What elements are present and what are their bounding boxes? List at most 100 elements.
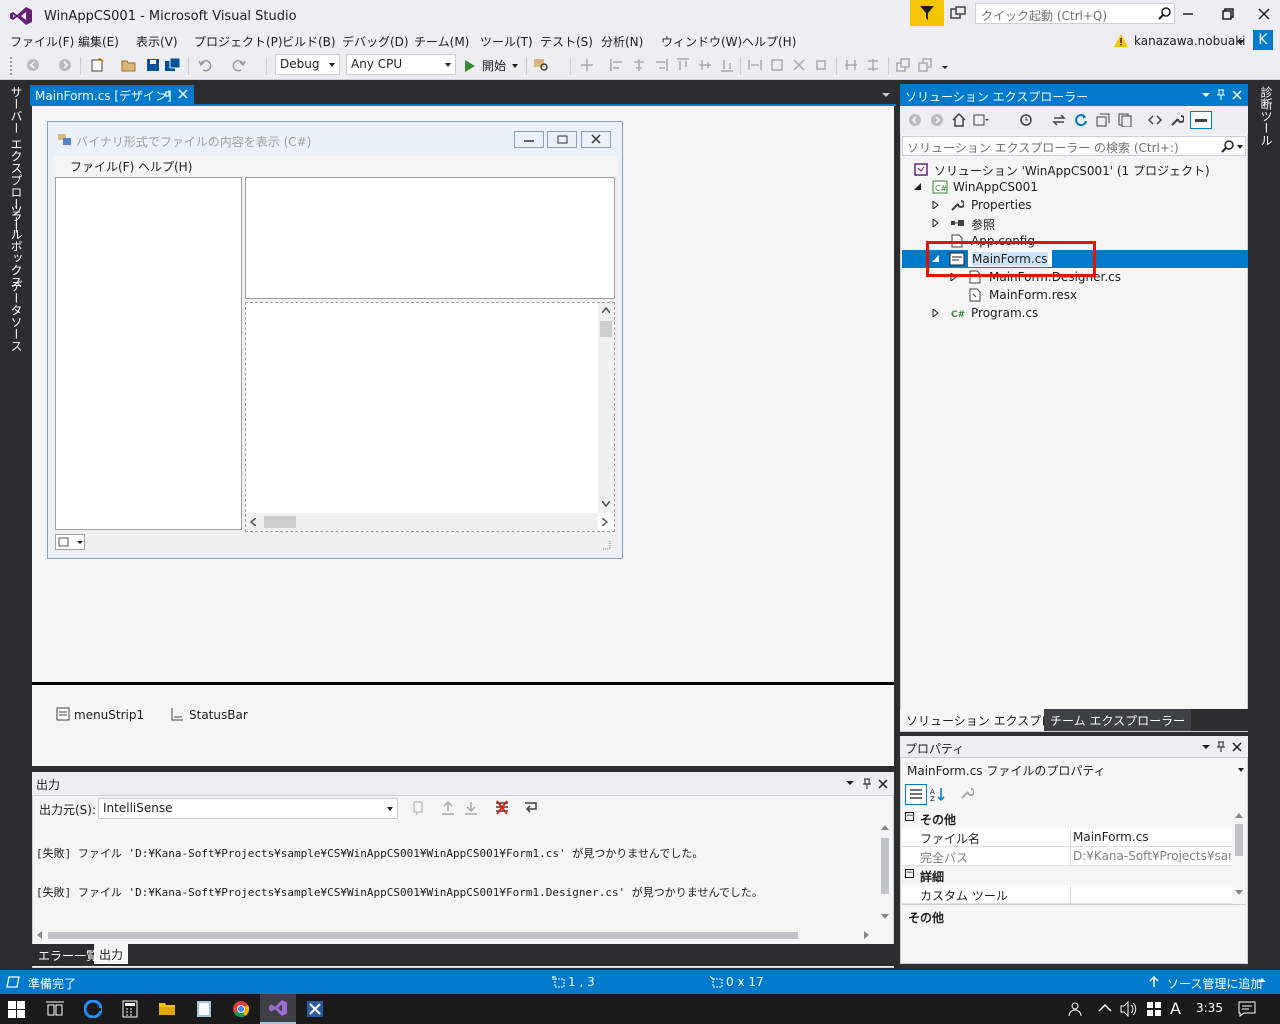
scroll-left-icon[interactable] bbox=[36, 931, 42, 939]
start-debugging-button[interactable]: 開始 bbox=[464, 56, 524, 76]
output-hscrollbar[interactable] bbox=[36, 929, 872, 941]
output-hscroll-thumb[interactable] bbox=[48, 932, 798, 939]
output-vscroll-thumb[interactable] bbox=[881, 838, 889, 894]
chevron-up-icon[interactable] bbox=[1258, 978, 1266, 982]
menu-edit[interactable]: 編集(E) bbox=[78, 33, 119, 50]
open-file-icon[interactable] bbox=[120, 56, 138, 74]
alphabetical-view-icon[interactable]: AZ bbox=[930, 786, 948, 802]
align-grid-icon[interactable] bbox=[578, 56, 596, 74]
toolbar-grip[interactable] bbox=[10, 57, 13, 75]
navigate-back-icon[interactable] bbox=[24, 56, 42, 74]
property-category-other[interactable]: − その他 bbox=[902, 809, 1232, 828]
bring-to-front-icon[interactable] bbox=[894, 56, 912, 74]
find-in-files-icon[interactable] bbox=[532, 56, 550, 74]
close-icon[interactable] bbox=[1232, 742, 1242, 752]
scroll-right-icon[interactable] bbox=[864, 931, 870, 939]
menu-debug[interactable]: デバッグ(D) bbox=[342, 33, 409, 50]
output-source-select[interactable]: IntelliSense bbox=[98, 798, 398, 819]
menu-test[interactable]: テスト(S) bbox=[540, 33, 593, 50]
collapse-icon[interactable]: − bbox=[905, 869, 914, 878]
tree-item-properties[interactable]: Properties bbox=[902, 196, 1246, 214]
output-pin-icon[interactable] bbox=[862, 778, 872, 790]
chrome-browser-icon[interactable] bbox=[232, 1000, 250, 1018]
align-lefts-icon[interactable] bbox=[608, 56, 626, 74]
properties-vscroll-thumb[interactable] bbox=[1235, 824, 1243, 856]
align-tops-icon[interactable] bbox=[674, 56, 692, 74]
pin-icon[interactable] bbox=[160, 89, 170, 99]
output-vscrollbar[interactable] bbox=[879, 824, 891, 922]
menu-team[interactable]: チーム(M) bbox=[414, 33, 469, 50]
tab-overflow-icon[interactable] bbox=[882, 93, 890, 97]
diagnostic-tools-tab[interactable]: 診断ツール bbox=[1258, 86, 1275, 146]
close-icon[interactable] bbox=[1232, 90, 1242, 100]
tray-statusbar[interactable]: StatusBar bbox=[189, 708, 248, 722]
output-close-icon[interactable] bbox=[878, 779, 888, 789]
app-tool-icon[interactable] bbox=[306, 1000, 324, 1018]
new-project-icon[interactable] bbox=[88, 56, 106, 74]
vertical-scroll-thumb[interactable] bbox=[600, 321, 612, 337]
listview-control[interactable] bbox=[245, 177, 615, 299]
menu-analyze[interactable]: 分析(N) bbox=[601, 33, 643, 50]
horizontal-scrollbar[interactable] bbox=[246, 513, 608, 531]
user-avatar[interactable]: K bbox=[1253, 30, 1273, 50]
properties-vscrollbar[interactable] bbox=[1233, 810, 1245, 902]
property-row-fullpath[interactable]: 完全パス D:¥Kana-Soft¥Projects¥sample bbox=[902, 847, 1232, 866]
scroll-up-icon[interactable] bbox=[602, 307, 610, 313]
edge-browser-icon[interactable] bbox=[84, 1000, 102, 1018]
input-method-icon[interactable] bbox=[1146, 1001, 1162, 1017]
solution-configuration-select[interactable]: Debug bbox=[275, 54, 340, 75]
chevron-down-icon[interactable] bbox=[1237, 145, 1243, 149]
task-view-icon[interactable] bbox=[46, 1001, 64, 1019]
treeview-control[interactable] bbox=[55, 177, 242, 530]
scroll-up-icon[interactable] bbox=[881, 824, 889, 830]
property-pages-icon[interactable] bbox=[960, 786, 974, 800]
feedback-icon[interactable] bbox=[950, 6, 966, 22]
make-same-height-icon[interactable] bbox=[812, 56, 830, 74]
switch-views-icon[interactable] bbox=[972, 111, 990, 129]
properties-object-select[interactable]: MainForm.cs ファイルのプロパティ bbox=[902, 760, 1246, 780]
send-to-back-icon[interactable] bbox=[916, 56, 934, 74]
pending-changes-filter-icon[interactable] bbox=[1018, 111, 1036, 129]
window-options-icon[interactable] bbox=[1202, 745, 1210, 749]
menu-project[interactable]: プロジェクト(P) bbox=[194, 33, 283, 50]
scroll-up-icon[interactable] bbox=[1235, 812, 1243, 818]
property-category-advanced[interactable]: − 詳細 bbox=[902, 866, 1232, 885]
notification-filter-icon[interactable] bbox=[910, 0, 944, 26]
horizontal-spacing-icon[interactable] bbox=[842, 56, 860, 74]
calculator-icon[interactable] bbox=[122, 1000, 138, 1018]
solution-search-input[interactable]: ソリューション エクスプローラー の検索 (Ctrl+:) bbox=[902, 136, 1246, 156]
refresh-icon[interactable] bbox=[1072, 111, 1090, 129]
expand-triangle-icon[interactable] bbox=[932, 219, 940, 227]
scroll-down-icon[interactable] bbox=[1235, 890, 1243, 896]
add-to-source-control[interactable]: ソース管理に追加 bbox=[1167, 975, 1262, 992]
designer-form-window[interactable]: バイナリ形式でファイルの内容を表示 (C#) ファイル(F) ヘルプ(H) bbox=[47, 121, 623, 559]
menu-view[interactable]: 表示(V) bbox=[136, 33, 178, 50]
tab-team-explorer[interactable]: チーム エクスプローラー bbox=[1044, 709, 1192, 731]
tree-item-project[interactable]: C# WinAppCS001 bbox=[902, 178, 1246, 196]
close-tab-icon[interactable] bbox=[178, 89, 188, 99]
tab-mainform-design[interactable]: MainForm.cs [デザイン] bbox=[30, 85, 194, 105]
scroll-down-icon[interactable] bbox=[881, 914, 889, 920]
form-menu-help[interactable]: ヘルプ(H) bbox=[138, 158, 192, 175]
property-row-filename[interactable]: ファイル名 MainForm.cs bbox=[902, 828, 1232, 847]
window-options-icon[interactable] bbox=[1202, 93, 1210, 97]
action-center-icon[interactable] bbox=[1238, 1001, 1256, 1017]
tab-output[interactable]: 出力 bbox=[94, 944, 129, 964]
word-wrap-icon[interactable] bbox=[524, 800, 540, 816]
collapse-triangle-icon[interactable] bbox=[914, 183, 922, 191]
collapse-all-icon[interactable] bbox=[1094, 111, 1112, 129]
menu-window[interactable]: ウィンドウ(W) bbox=[661, 33, 742, 50]
preview-selected-items-icon[interactable] bbox=[1190, 111, 1212, 129]
menu-build[interactable]: ビルド(B) bbox=[282, 33, 336, 50]
vertical-spacing-icon[interactable] bbox=[864, 56, 882, 74]
next-message-icon[interactable] bbox=[463, 800, 479, 816]
output-text-area[interactable]: [失敗] ファイル 'D:¥Kana-Soft¥Projects¥sample¥… bbox=[36, 821, 876, 921]
output-options-icon[interactable] bbox=[846, 781, 854, 785]
find-message-icon[interactable] bbox=[412, 800, 428, 816]
forward-icon[interactable] bbox=[928, 111, 946, 129]
file-explorer-icon[interactable] bbox=[158, 1000, 176, 1016]
tab-error-list[interactable]: エラー一覧 bbox=[34, 946, 102, 964]
scroll-down-icon[interactable] bbox=[602, 501, 610, 507]
properties-wrench-icon[interactable] bbox=[1168, 111, 1186, 129]
align-centers-icon[interactable] bbox=[630, 56, 648, 74]
